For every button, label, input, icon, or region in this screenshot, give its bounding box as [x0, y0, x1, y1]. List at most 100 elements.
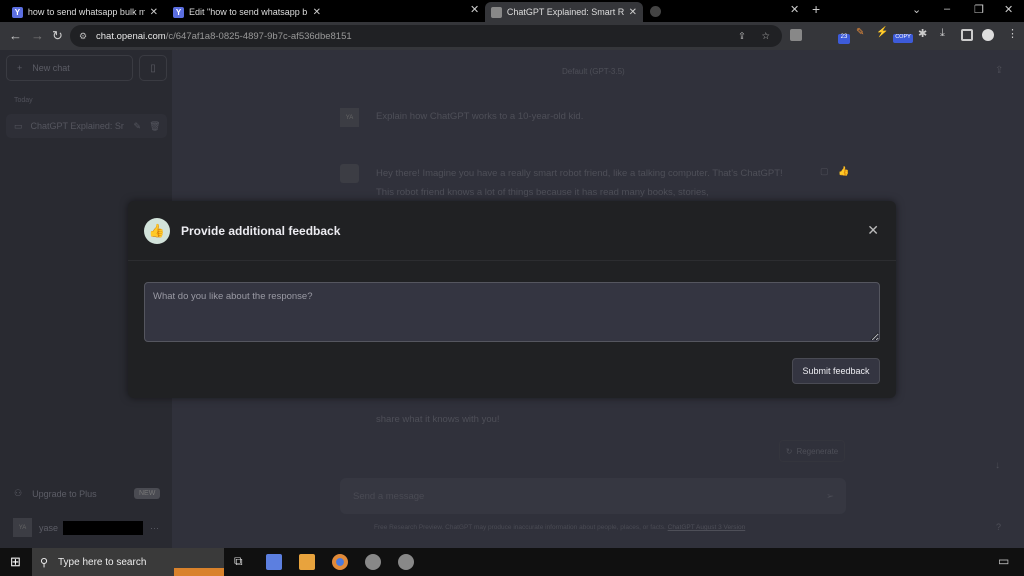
new-badge: NEW [134, 488, 161, 499]
maximize-icon[interactable]: ❐ [974, 3, 984, 16]
modal-header: 👍 Provide additional feedback [128, 201, 896, 261]
notifications-icon[interactable]: ▭ [998, 554, 1009, 568]
tab-favicon-icon[interactable] [650, 6, 661, 17]
sidebar-toggle-button[interactable]: ▯ [139, 55, 167, 81]
upgrade-to-plus-button[interactable]: ⚇ Upgrade to Plus [14, 488, 97, 499]
windows-taskbar: ⊞ ⚲ Type here to search ⧉ ▭ [0, 548, 1024, 576]
chrome-profile-active-icon[interactable] [398, 554, 414, 570]
submit-feedback-button[interactable]: Submit feedback [792, 358, 880, 384]
redaction-bar [63, 520, 144, 535]
modal-title: Provide additional feedback [181, 223, 341, 238]
message-input[interactable]: Send a message ➢ [340, 478, 846, 514]
side-panel-icon[interactable] [961, 29, 973, 41]
chatgpt-favicon-icon [491, 6, 502, 18]
extension-icon[interactable] [790, 29, 802, 41]
yoast-favicon-icon: Y [173, 6, 184, 18]
thumbs-up-icon: 👍 [144, 217, 170, 244]
copy-extension-icon[interactable]: COPY [893, 34, 913, 43]
scroll-down-icon[interactable]: ↓ [995, 460, 1000, 471]
assistant-message-end: share what it knows with you! [376, 414, 500, 425]
extensions-puzzle-icon[interactable]: ✱ [918, 27, 930, 40]
feedback-modal: 👍 Provide additional feedback ✕ Submit f… [128, 201, 896, 398]
user-menu[interactable]: YA yase ··· [13, 518, 159, 537]
bookmark-star-icon[interactable]: ☆ [761, 31, 770, 42]
calendar-extension-icon[interactable]: 23 [838, 34, 850, 44]
tab-title: how to send whatsapp bulk mes [27, 7, 145, 17]
back-icon[interactable]: ← [9, 28, 22, 43]
close-tab-icon[interactable]: ✕ [150, 7, 158, 18]
tab-2[interactable]: Y Edit "how to send whatsapp bulk ✕ [167, 2, 327, 22]
feedback-textarea[interactable] [144, 282, 880, 342]
chat-bubble-icon: ▭ [14, 120, 23, 131]
site-info-icon[interactable]: ⚙ [79, 31, 87, 42]
taskbar-search[interactable]: ⚲ Type here to search [32, 548, 224, 576]
close-window-icon[interactable]: ✕ [1004, 3, 1013, 16]
file-explorer-icon[interactable] [299, 554, 315, 570]
model-label: Default (GPT-3.5) [562, 67, 625, 76]
user-name: yase [39, 522, 59, 533]
version-link[interactable]: ChatGPT August 3 Version [668, 524, 746, 531]
user-avatar: YA [340, 108, 359, 127]
user-icon: ⚇ [14, 488, 23, 498]
close-tab-icon[interactable]: ✕ [470, 3, 479, 16]
regenerate-button[interactable]: ↻ Regenerate [779, 440, 845, 462]
store-app-icon[interactable] [266, 554, 282, 570]
new-chat-label: New chat [32, 63, 70, 73]
tab-search-chevron-icon[interactable]: ⌄ [912, 3, 921, 16]
pen-extension-icon[interactable]: ✎ [856, 27, 868, 39]
close-icon[interactable]: ✕ [867, 222, 879, 239]
regenerate-label: Regenerate [796, 446, 839, 456]
menu-kebab-icon[interactable]: ⋮ [1007, 27, 1019, 40]
send-icon[interactable]: ➢ [826, 491, 834, 502]
upgrade-label: Upgrade to Plus [32, 488, 97, 499]
edit-icon[interactable]: ✎ [134, 121, 142, 132]
new-chat-button[interactable]: + New chat [6, 55, 133, 81]
chat-title: ChatGPT Explained: Sr [30, 121, 124, 131]
share-icon[interactable]: ⇪ [738, 31, 746, 42]
windows-start-icon[interactable]: ⊞ [10, 554, 21, 570]
footer-disclaimer: Free Research Preview. ChatGPT may produ… [374, 524, 745, 531]
download-icon[interactable]: ⤓ [940, 27, 952, 39]
tab-3-active[interactable]: ChatGPT Explained: Smart Robot ✕ [485, 2, 643, 22]
yoast-favicon-icon: Y [12, 6, 23, 18]
assistant-message-start: Hey there! Imagine you have a really sma… [376, 168, 783, 198]
forward-icon[interactable]: → [31, 28, 44, 43]
chatgpt-logo-icon [340, 164, 359, 183]
avatar: YA [13, 518, 32, 537]
section-label: Today [14, 97, 33, 104]
browser-toolbar: ← → ↻ ⚙ chat.openai.com/c/647af1a8-0825-… [0, 22, 1024, 50]
lightning-extension-icon[interactable]: ⚡ [876, 27, 888, 39]
search-icon: ⚲ [40, 556, 49, 569]
more-icon[interactable]: ··· [150, 523, 159, 533]
thumbs-up-icon[interactable]: 👍 [838, 166, 849, 177]
close-tab-icon[interactable]: ✕ [313, 7, 321, 18]
tab-title: Edit "how to send whatsapp bulk [189, 7, 307, 17]
chrome-icon[interactable] [332, 554, 348, 570]
profile-avatar[interactable] [982, 29, 994, 41]
url-domain: chat.openai.com [96, 30, 166, 42]
chrome-profile-icon[interactable] [365, 554, 381, 570]
sidebar-chat-item[interactable]: ▭ ChatGPT Explained: Sr ✎ 🗑 [6, 114, 167, 138]
reload-icon[interactable]: ↻ [52, 28, 63, 44]
message-placeholder: Send a message [353, 490, 425, 502]
help-button[interactable]: ? [996, 522, 1001, 532]
trash-icon[interactable]: 🗑 [149, 121, 160, 132]
plus-icon: + [17, 63, 23, 73]
refresh-icon: ↻ [785, 446, 793, 456]
close-tab-icon[interactable]: ✕ [790, 3, 799, 16]
new-tab-button[interactable]: + [812, 1, 820, 17]
share-chat-icon[interactable]: ⇪ [995, 65, 1003, 76]
close-tab-icon[interactable]: ✕ [629, 7, 637, 18]
search-highlight-image [174, 568, 224, 576]
tab-title: ChatGPT Explained: Smart Robot [506, 7, 624, 17]
footer-text: Free Research Preview. ChatGPT may produ… [374, 524, 668, 531]
minimize-icon[interactable]: – [944, 3, 950, 15]
copy-icon[interactable]: ▢ [820, 166, 829, 177]
tab-strip: Y how to send whatsapp bulk mes ✕ Y Edit… [0, 0, 1024, 22]
search-placeholder: Type here to search [58, 556, 147, 568]
user-message: Explain how ChatGPT works to a 10-year-o… [376, 111, 584, 122]
task-view-icon[interactable]: ⧉ [234, 554, 243, 569]
address-bar[interactable]: ⚙ chat.openai.com/c/647af1a8-0825-4897-9… [70, 25, 782, 47]
tab-1[interactable]: Y how to send whatsapp bulk mes ✕ [6, 2, 164, 22]
url-path: /c/647af1a8-0825-4897-9b7c-af536dbe8151 [165, 30, 352, 42]
